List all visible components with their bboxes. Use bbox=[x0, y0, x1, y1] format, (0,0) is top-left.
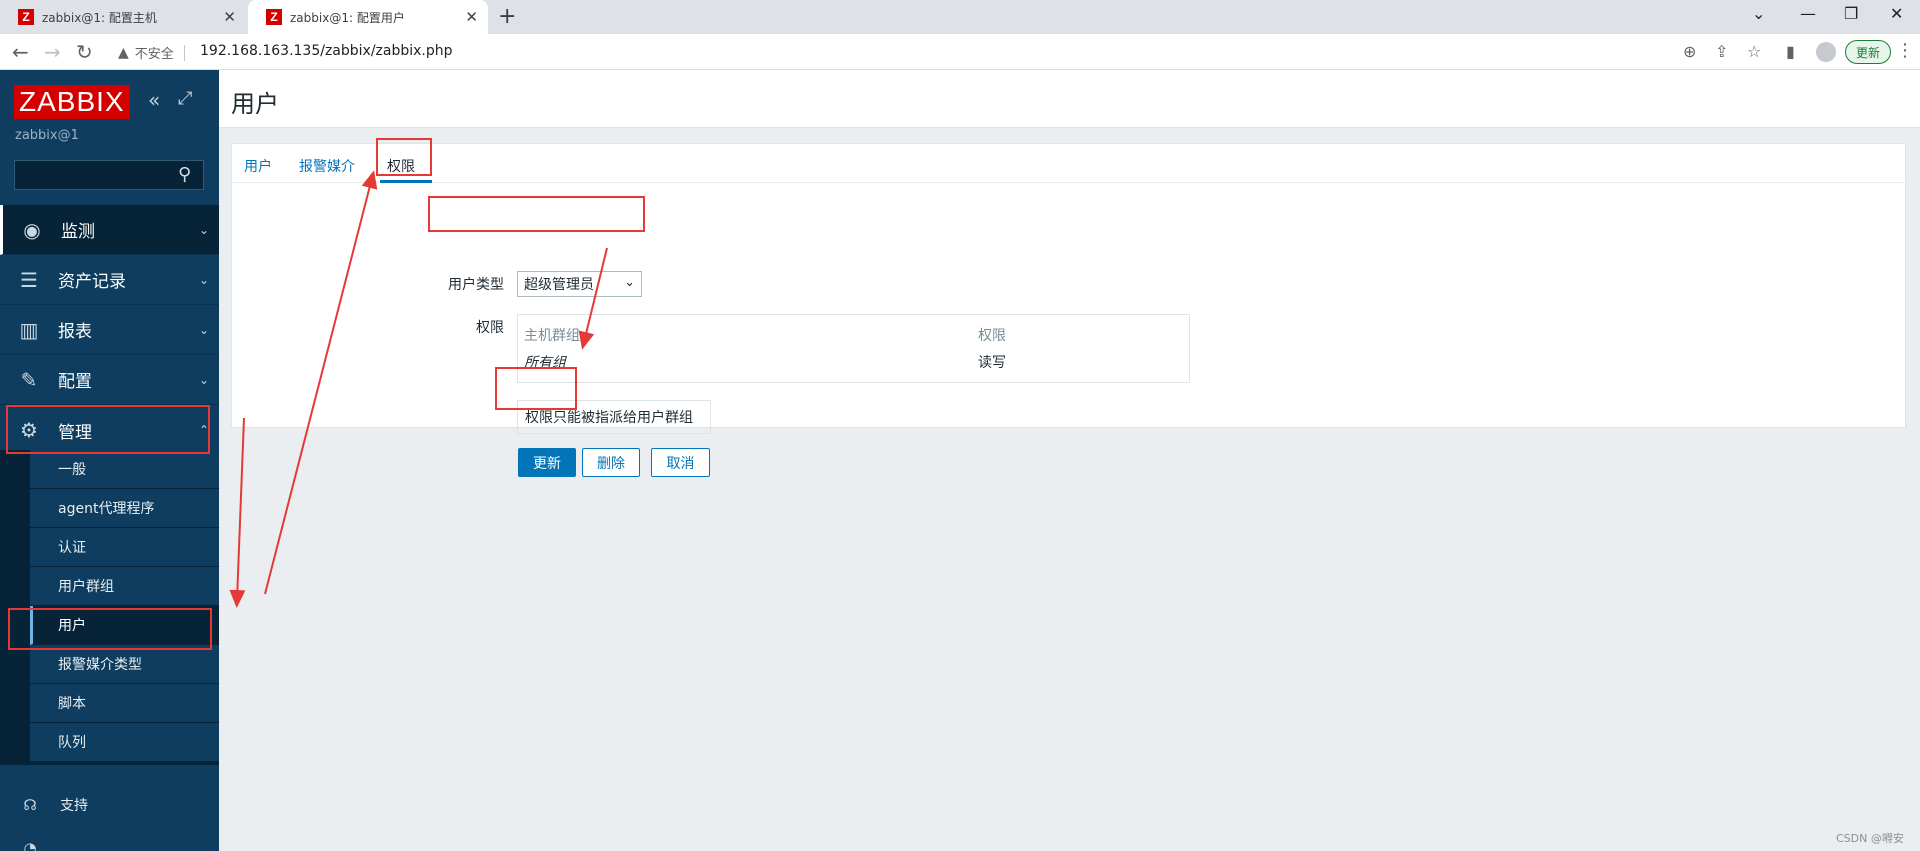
delete-button[interactable]: 删除 bbox=[582, 448, 640, 477]
permissions-table: 主机群组 权限 所有组 读写 bbox=[517, 314, 1190, 383]
browser-tab-users[interactable]: Z zabbix@1: 配置用户 ✕ bbox=[248, 0, 488, 34]
highlight-update-button bbox=[495, 367, 577, 410]
support-link[interactable]: ☊ 支持 bbox=[0, 785, 219, 825]
menu-reports[interactable]: ▥ 报表 ⌄ bbox=[0, 305, 219, 355]
menu-label: 资产记录 bbox=[58, 272, 126, 292]
submenu-queue[interactable]: 队列 bbox=[30, 723, 219, 762]
user-type-value: 超级管理员 bbox=[524, 277, 594, 293]
browser-tab-hosts[interactable]: Z zabbix@1: 配置主机 ✕ bbox=[0, 0, 246, 34]
kiosk-mode-icon[interactable]: ⤢ bbox=[178, 88, 192, 109]
wrench-icon: ✎ bbox=[20, 367, 38, 392]
highlight-permissions-tab bbox=[376, 138, 432, 176]
star-icon[interactable]: ☆ bbox=[1747, 42, 1761, 61]
eye-icon: ◉ bbox=[23, 217, 41, 242]
more-icon[interactable]: ⋮ bbox=[1896, 40, 1914, 61]
collapse-sidebar-icon[interactable]: « bbox=[148, 88, 160, 112]
cancel-button[interactable]: 取消 bbox=[651, 448, 710, 477]
update-button[interactable]: 更新 bbox=[518, 448, 576, 477]
submenu-proxies[interactable]: agent代理程序 bbox=[30, 489, 219, 528]
chevron-down-icon[interactable]: ⌄ bbox=[1752, 4, 1765, 23]
forward-icon[interactable]: → bbox=[44, 40, 61, 64]
submenu-general[interactable]: 一般 bbox=[30, 450, 219, 489]
menu-monitoring[interactable]: ◉ 监测 ⌄ bbox=[0, 205, 219, 255]
column-header-host-group: 主机群组 bbox=[524, 328, 580, 344]
sidepanel-icon[interactable]: ▮ bbox=[1786, 42, 1795, 61]
new-tab-icon[interactable]: + bbox=[498, 4, 516, 29]
chevron-down-icon: ⌄ bbox=[198, 372, 210, 387]
server-name: zabbix@1 bbox=[15, 128, 79, 143]
tab-media[interactable]: 报警媒介 bbox=[299, 156, 355, 176]
warning-icon: ▲ bbox=[118, 44, 129, 61]
window-close-icon[interactable]: ✕ bbox=[1890, 4, 1903, 23]
page-header: 用户 bbox=[219, 70, 1920, 128]
tab-user[interactable]: 用户 bbox=[244, 156, 272, 176]
menu-configuration[interactable]: ✎ 配置 ⌄ bbox=[0, 355, 219, 405]
page-title: 用户 bbox=[231, 90, 279, 118]
menu-label: 监测 bbox=[61, 222, 95, 242]
submenu-scripts[interactable]: 脚本 bbox=[30, 684, 219, 723]
reload-icon[interactable]: ↻ bbox=[76, 40, 93, 64]
chevron-down-icon: ⌄ bbox=[198, 222, 210, 237]
close-icon[interactable]: ✕ bbox=[465, 8, 478, 26]
zabbix-favicon: Z bbox=[18, 9, 34, 25]
sidebar-search-input[interactable] bbox=[14, 160, 204, 190]
profile-avatar[interactable] bbox=[1816, 42, 1836, 62]
chevron-down-icon: ⌄ bbox=[198, 322, 210, 337]
tab-title: zabbix@1: 配置主机 bbox=[42, 10, 157, 25]
list-icon: ☰ bbox=[20, 267, 38, 292]
support-label: 支持 bbox=[60, 798, 88, 814]
headset-icon: ☊ bbox=[23, 796, 37, 814]
zabbix-logo[interactable]: ZABBIX bbox=[14, 85, 130, 119]
browser-toolbar: ← → ↻ ▲ 不安全 192.168.163.135/zabbix/zabbi… bbox=[0, 34, 1920, 70]
user-type-select[interactable]: 超级管理员 ⌄ bbox=[517, 271, 642, 297]
search-icon[interactable]: ⚲ bbox=[178, 164, 191, 185]
highlight-users-submenu bbox=[8, 608, 212, 650]
browser-tabstrip: Z zabbix@1: 配置主机 ✕ Z zabbix@1: 配置用户 ✕ + … bbox=[0, 0, 1920, 34]
user-type-label: 用户类型 bbox=[448, 277, 504, 293]
submenu-media-types[interactable]: 报警媒介类型 bbox=[30, 645, 219, 684]
restore-icon[interactable]: ❐ bbox=[1844, 4, 1858, 23]
column-header-permission: 权限 bbox=[978, 328, 1006, 344]
share-icon: ◔ bbox=[23, 839, 37, 851]
form-tabs: 用户 报警媒介 权限 bbox=[232, 144, 1905, 183]
main-content: 用户 用户 报警媒介 权限 用户类型 超级管理员 ⌄ 权限 主机群组 权限 所有… bbox=[219, 70, 1920, 851]
back-icon[interactable]: ← bbox=[12, 40, 29, 64]
highlight-admin-menu bbox=[6, 405, 210, 454]
chevron-down-icon: ⌄ bbox=[198, 272, 210, 287]
menu-label: 配置 bbox=[58, 372, 92, 392]
sidebar: ZABBIX « ⤢ zabbix@1 ⚲ ◉ 监测 ⌄ ☰ 资产记录 ⌄ ▥ … bbox=[0, 70, 219, 851]
security-label: 不安全 bbox=[134, 47, 174, 62]
share-icon[interactable]: ⇪ bbox=[1715, 42, 1728, 61]
permissions-label: 权限 bbox=[476, 320, 504, 336]
menu-label: 报表 bbox=[58, 322, 92, 342]
browser-update-button[interactable]: 更新 bbox=[1845, 40, 1892, 64]
menu-inventory[interactable]: ☰ 资产记录 ⌄ bbox=[0, 255, 219, 305]
security-indicator[interactable]: ▲ 不安全 bbox=[118, 43, 185, 62]
user-form-panel: 用户 报警媒介 权限 用户类型 超级管理员 ⌄ 权限 主机群组 权限 所有组 读… bbox=[231, 143, 1906, 477]
chevron-down-icon: ⌄ bbox=[624, 275, 635, 290]
share-link[interactable]: ◔ bbox=[0, 828, 219, 851]
bar-chart-icon: ▥ bbox=[19, 317, 39, 342]
watermark: CSDN @嘚安 bbox=[1836, 832, 1904, 845]
close-icon[interactable]: ✕ bbox=[223, 8, 236, 26]
submenu-user-groups[interactable]: 用户群组 bbox=[30, 567, 219, 606]
minimize-icon[interactable]: — bbox=[1800, 4, 1816, 23]
highlight-user-type bbox=[428, 196, 645, 232]
address-bar[interactable]: 192.168.163.135/zabbix/zabbix.php bbox=[200, 43, 453, 59]
zabbix-favicon: Z bbox=[266, 9, 282, 25]
active-tab-indicator bbox=[380, 180, 432, 183]
table-cell-permission: 读写 bbox=[978, 355, 1006, 371]
tab-title: zabbix@1: 配置用户 bbox=[290, 10, 405, 25]
submenu-authentication[interactable]: 认证 bbox=[30, 528, 219, 567]
zoom-icon[interactable]: ⊕ bbox=[1683, 42, 1696, 61]
